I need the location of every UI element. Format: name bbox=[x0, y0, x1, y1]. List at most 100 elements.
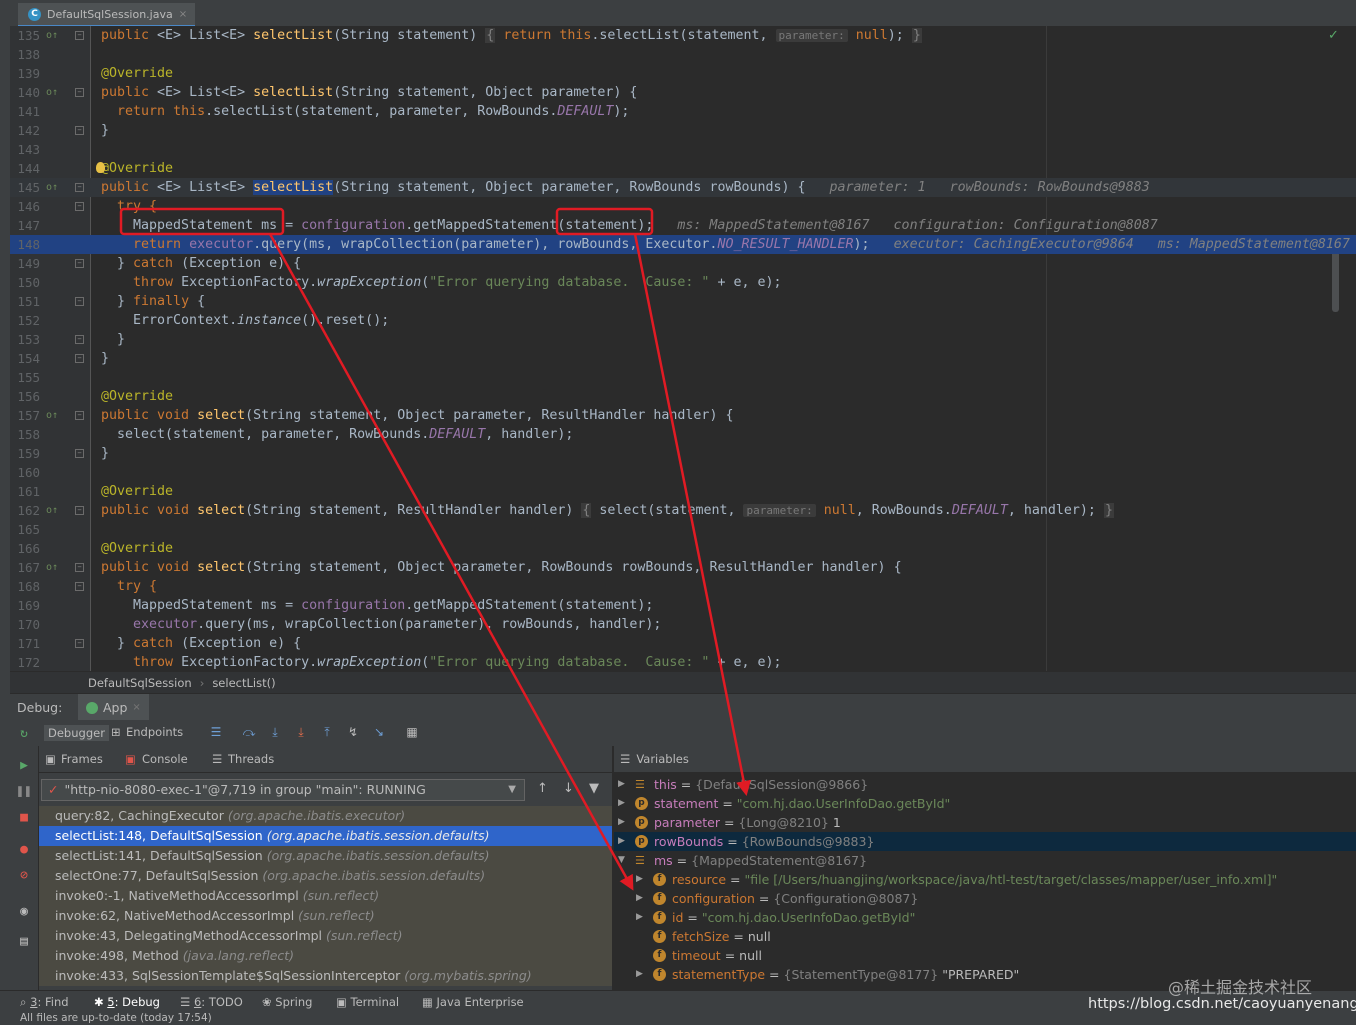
variable-row-resource[interactable]: ▶ f resource = "file [/Users/huangjing/wor… bbox=[614, 870, 1356, 889]
variable-row-id[interactable]: ▶ f id = "com.hj.dao.UserInfoDao.getById" bbox=[614, 908, 1356, 927]
stack-frame-row[interactable]: invoke:498, Method (java.lang.reflect) bbox=[39, 946, 612, 966]
code-token: ExceptionFactory. bbox=[181, 655, 318, 670]
fold-marker-icon[interactable]: − bbox=[75, 202, 84, 211]
expand-arrow-icon[interactable]: ▶ bbox=[636, 908, 643, 927]
tool-window-spring[interactable]: ❀ Spring bbox=[262, 991, 312, 1013]
view-breakpoints-icon[interactable]: ● bbox=[16, 842, 32, 858]
expand-arrow-icon[interactable]: ▶ bbox=[618, 775, 625, 794]
tool-window-java-enterprise[interactable]: ▦ Java Enterprise bbox=[422, 991, 524, 1013]
tool-window-todo[interactable]: ☰ 6: TODO bbox=[180, 991, 243, 1013]
fold-marker-icon[interactable]: − bbox=[75, 31, 84, 40]
code-token: return bbox=[495, 28, 560, 43]
variable-row-parameter[interactable]: ▶ p parameter = {Long@8210} 1 bbox=[614, 813, 1356, 832]
stack-frame-row[interactable]: selectOne:77, DefaultSqlSession (org.apa… bbox=[39, 866, 612, 886]
line-number: 156 bbox=[17, 389, 40, 404]
expand-arrow-icon[interactable]: ▶ bbox=[618, 832, 625, 851]
fold-marker-icon[interactable]: − bbox=[75, 582, 84, 591]
stop-icon[interactable]: ■ bbox=[16, 810, 32, 826]
close-icon[interactable]: × bbox=[179, 9, 187, 20]
layout-icon[interactable]: ☰ bbox=[208, 724, 224, 740]
pause-icon[interactable]: ❚❚ bbox=[16, 784, 32, 800]
code-token: configuration bbox=[301, 218, 406, 233]
debug-session-tab-app[interactable]: App × bbox=[78, 694, 149, 721]
fold-marker-icon[interactable]: − bbox=[75, 297, 84, 306]
drop-frame-icon[interactable]: ↯ bbox=[345, 724, 361, 740]
run-to-cursor-icon[interactable]: ↘ bbox=[371, 724, 387, 740]
fold-marker-icon[interactable]: − bbox=[75, 354, 84, 363]
expand-arrow-icon[interactable]: ▶ bbox=[618, 794, 625, 813]
collapse-arrow-icon[interactable]: ▼ bbox=[618, 851, 625, 870]
variable-row-timeout[interactable]: f timeout = null bbox=[614, 946, 1356, 965]
tool-window-find[interactable]: ⌕ 3: Find bbox=[20, 991, 69, 1013]
filter-icon[interactable]: ▼ bbox=[589, 781, 599, 796]
step-into-icon[interactable]: ⤓ bbox=[267, 724, 283, 740]
step-over-icon[interactable]: ⤼ bbox=[241, 724, 257, 740]
code-token: catch bbox=[133, 256, 174, 271]
expand-arrow-icon[interactable]: ▶ bbox=[618, 813, 625, 832]
breadcrumb-class[interactable]: DefaultSqlSession bbox=[88, 676, 192, 690]
expand-arrow-icon[interactable]: ▶ bbox=[636, 889, 643, 908]
rerun-icon[interactable]: ↻ bbox=[16, 726, 32, 742]
stack-frame-row[interactable]: selectList:148, DefaultSqlSession (org.a… bbox=[39, 826, 612, 846]
thread-selector[interactable]: ✓ "http-nio-8080-exec-1"@7,719 in group "… bbox=[41, 779, 525, 801]
force-step-into-icon[interactable]: ⤓ bbox=[293, 724, 309, 740]
override-method-icon[interactable]: o↑ bbox=[46, 406, 58, 425]
variable-row-this[interactable]: ▶ ☰ this = {DefaultSqlSession@9866} bbox=[614, 775, 1356, 794]
stack-frame-package: (sun.reflect) bbox=[302, 888, 380, 903]
tab-endpoints[interactable]: Endpoints bbox=[126, 725, 183, 739]
fold-marker-icon[interactable]: − bbox=[75, 449, 84, 458]
variable-text: statement = "com.hj.dao.UserInfoDao.getB… bbox=[654, 796, 951, 811]
tab-console[interactable]: Console bbox=[142, 752, 188, 766]
override-method-icon[interactable]: o↑ bbox=[46, 26, 58, 45]
stack-frame-row[interactable]: selectList:141, DefaultSqlSession (org.a… bbox=[39, 846, 612, 866]
arrow-up-icon[interactable]: ↑ bbox=[537, 781, 548, 796]
tool-window-debug[interactable]: ✱ 5: Debug bbox=[94, 991, 160, 1013]
fold-marker-icon[interactable]: − bbox=[75, 126, 84, 135]
fold-marker-icon[interactable]: − bbox=[75, 88, 84, 97]
close-icon[interactable]: × bbox=[132, 702, 140, 713]
camera-icon[interactable]: ◉ bbox=[16, 904, 32, 920]
expand-arrow-icon[interactable]: ▶ bbox=[636, 965, 643, 984]
tool-window-terminal[interactable]: ▣ Terminal bbox=[336, 991, 399, 1013]
fold-marker-icon[interactable]: − bbox=[75, 563, 84, 572]
variable-row-statement[interactable]: ▶ p statement = "com.hj.dao.UserInfoDao.ge… bbox=[614, 794, 1356, 813]
expand-arrow-icon[interactable]: ▶ bbox=[636, 870, 643, 889]
fold-marker-icon[interactable]: − bbox=[75, 506, 84, 515]
resume-icon[interactable]: ▶ bbox=[16, 758, 32, 774]
code-token: .getMappedStatement(statement); bbox=[405, 218, 654, 233]
fold-marker-icon[interactable]: − bbox=[75, 411, 84, 420]
code-editor[interactable]: ✓ 135 public <E> List<E> selectList(Stri… bbox=[10, 26, 1356, 671]
code-line: 158 select(statement, parameter, RowBoun… bbox=[10, 425, 1356, 444]
variable-row-ms[interactable]: ▼ ☰ ms = {MappedStatement@8167} bbox=[614, 851, 1356, 870]
fold-marker-icon[interactable]: − bbox=[75, 259, 84, 268]
restore-layout-icon[interactable]: ▤ bbox=[16, 934, 32, 950]
stack-frame-row[interactable]: invoke:62, NativeMethodAccessorImpl (sun… bbox=[39, 906, 612, 926]
step-out-icon[interactable]: ⤒ bbox=[319, 724, 335, 740]
fold-marker-icon[interactable]: − bbox=[75, 639, 84, 648]
field-icon: f bbox=[653, 949, 666, 962]
tab-debugger[interactable]: Debugger bbox=[44, 725, 109, 741]
stack-frame-row[interactable]: invoke:433, SqlSessionTemplate$SqlSessio… bbox=[39, 966, 612, 986]
stack-frame-row[interactable]: query:82, CachingExecutor (org.apache.ib… bbox=[39, 806, 612, 826]
stack-frame-row[interactable]: invoke0:-1, NativeMethodAccessorImpl (su… bbox=[39, 886, 612, 906]
fold-marker-icon[interactable]: − bbox=[75, 183, 84, 192]
tab-threads[interactable]: Threads bbox=[228, 752, 274, 766]
override-method-icon[interactable]: o↑ bbox=[46, 501, 58, 520]
fold-marker-icon[interactable]: − bbox=[75, 335, 84, 344]
arrow-down-icon[interactable]: ↓ bbox=[563, 781, 574, 796]
variable-row-rowbounds[interactable]: ▶ p rowBounds = {RowBounds@9883} bbox=[614, 832, 1356, 851]
tab-frames[interactable]: Frames bbox=[61, 752, 103, 766]
intention-bulb-icon[interactable] bbox=[96, 162, 105, 173]
breadcrumb-method[interactable]: selectList() bbox=[212, 676, 275, 690]
override-method-icon[interactable]: o↑ bbox=[46, 83, 58, 102]
evaluate-expression-icon[interactable]: ▦ bbox=[404, 724, 420, 740]
variable-row-configuration[interactable]: ▶ f configuration = {Configuration@8087} bbox=[614, 889, 1356, 908]
variable-row-fetchsize[interactable]: f fetchSize = null bbox=[614, 927, 1356, 946]
debug-session-label: App bbox=[103, 700, 128, 715]
override-method-icon[interactable]: o↑ bbox=[46, 558, 58, 577]
line-number: 161 bbox=[17, 484, 40, 499]
tab-default-sql-session[interactable]: C DefaultSqlSession.java × bbox=[18, 3, 196, 27]
stack-frame-row[interactable]: invoke:43, DelegatingMethodAccessorImpl … bbox=[39, 926, 612, 946]
mute-breakpoints-icon[interactable]: ⊘ bbox=[16, 868, 32, 884]
override-method-icon[interactable]: o↑ bbox=[46, 178, 58, 197]
